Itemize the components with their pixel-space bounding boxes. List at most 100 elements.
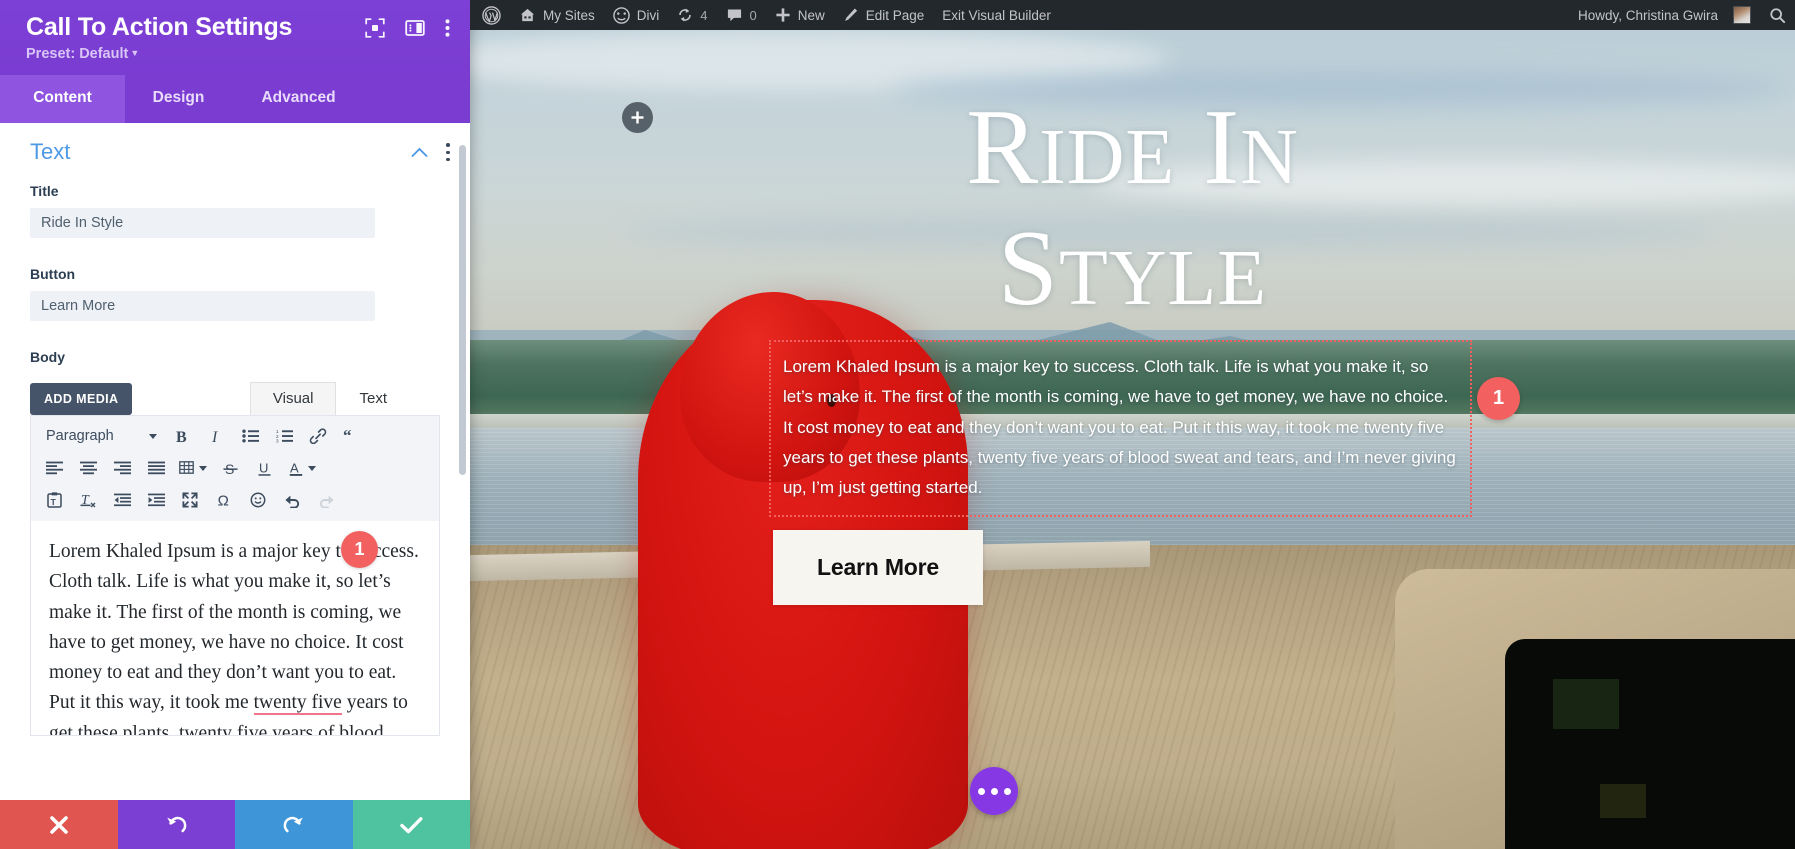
toolbar-row-3: T T [37, 484, 433, 516]
field-title: Title [0, 177, 470, 238]
spellcheck-word: twenty five [254, 692, 342, 715]
cancel-button[interactable] [0, 800, 118, 849]
table-button[interactable] [173, 454, 213, 482]
admin-bar-item-updates[interactable]: 4 [668, 0, 716, 30]
admin-bar-item-my-sites[interactable]: My Sites [510, 0, 604, 30]
bold-button[interactable]: B [165, 422, 199, 450]
link-button[interactable] [301, 422, 335, 450]
add-module-button[interactable] [622, 102, 653, 133]
tab-advanced[interactable]: Advanced [232, 75, 365, 123]
expand-icon[interactable] [365, 18, 385, 38]
bulleted-list-button[interactable] [233, 422, 267, 450]
admin-bar-label: Edit Page [866, 8, 925, 23]
underline-button[interactable]: U [247, 454, 281, 482]
admin-bar-label: My Sites [543, 8, 595, 23]
page-settings-fab[interactable] [970, 767, 1018, 815]
align-center-icon [80, 461, 97, 475]
underline-icon: U [257, 460, 272, 477]
admin-bar-item-comments[interactable]: 0 [717, 0, 766, 30]
wordpress-admin-bar[interactable]: My Sites Divi 4 0 [470, 0, 1795, 30]
admin-bar-search-button[interactable] [1760, 0, 1795, 30]
undo-button[interactable] [275, 486, 309, 514]
text-color-icon: A [289, 460, 303, 477]
ellipsis-icon [1004, 788, 1011, 795]
annotation-badge-1[interactable]: 1 [341, 531, 378, 568]
tab-content[interactable]: Content [0, 75, 125, 123]
section-menu-button[interactable] [446, 143, 450, 161]
italic-button[interactable]: I [199, 422, 233, 450]
clear-formatting-button[interactable]: T [71, 486, 105, 514]
ellipsis-icon [978, 788, 985, 795]
editor-mode-tabs[interactable]: Visual Text [250, 382, 410, 415]
strikethrough-button[interactable]: S [213, 454, 247, 482]
outdent-button[interactable] [105, 486, 139, 514]
align-justify-button[interactable] [139, 454, 173, 482]
blockquote-icon: “ [343, 429, 361, 443]
save-button[interactable] [353, 800, 471, 849]
body-editor-textarea[interactable]: Lorem Khaled Ipsum is a major key to suc… [30, 521, 440, 736]
admin-bar-item-exit-visual-builder[interactable]: Exit Visual Builder [933, 0, 1060, 30]
cta-body-text[interactable]: Lorem Khaled Ipsum is a major key to suc… [769, 340, 1472, 517]
button-input[interactable] [30, 291, 375, 321]
chevron-up-icon[interactable] [411, 147, 428, 158]
align-right-button[interactable] [105, 454, 139, 482]
admin-bar-account-menu[interactable]: Howdy, Christina Gwira [1569, 0, 1760, 30]
table-icon [179, 461, 195, 475]
visual-builder-canvas[interactable]: RIDE IN STYLE Lorem Khaled Ipsum is a ma… [470, 0, 1795, 849]
paste-as-text-button[interactable]: T [37, 486, 71, 514]
photo-console-screen [1505, 639, 1795, 849]
close-x-icon [48, 814, 70, 836]
field-body: Body ADD MEDIA Visual Text Paragr [0, 321, 470, 736]
svg-text:U: U [259, 460, 268, 475]
editor-toolbar[interactable]: Paragraph B I [30, 415, 440, 521]
title-input[interactable] [30, 208, 375, 238]
ellipsis-icon [991, 788, 998, 795]
annotation-badge-1[interactable]: 1 [1477, 377, 1520, 420]
undo-button[interactable] [118, 800, 236, 849]
text-color-button[interactable]: A [281, 454, 323, 482]
admin-bar-item-edit-page[interactable]: Edit Page [834, 0, 934, 30]
indent-button[interactable] [139, 486, 173, 514]
blockquote-button[interactable]: “ [335, 422, 369, 450]
emoji-button[interactable] [241, 486, 275, 514]
fullscreen-button[interactable] [173, 486, 207, 514]
wysiwyg-editor[interactable]: ADD MEDIA Visual Text Paragraph [30, 379, 440, 736]
admin-bar-item-divi[interactable]: Divi [604, 0, 669, 30]
cta-heading[interactable]: RIDE IN STYLE [470, 88, 1795, 330]
svg-text:“: “ [343, 429, 352, 443]
plus-icon [630, 110, 645, 125]
cta-learn-more-button[interactable]: Learn More [773, 530, 983, 605]
settings-panel-header: Call To Action Settings [0, 0, 470, 75]
admin-bar-item-new[interactable]: New [766, 0, 834, 30]
chevron-down-icon [308, 466, 316, 471]
tab-design[interactable]: Design [125, 75, 232, 123]
layout-columns-icon[interactable] [405, 18, 425, 38]
settings-tabs[interactable]: Content Design Advanced [0, 75, 470, 123]
module-settings-panel[interactable]: Call To Action Settings [0, 0, 470, 849]
numbered-list-button[interactable]: 1 2 3 [267, 422, 301, 450]
divi-gauge-icon [613, 7, 630, 24]
italic-icon: I [210, 428, 223, 445]
redo-arrow-icon [282, 813, 305, 836]
format-select[interactable]: Paragraph [37, 422, 165, 450]
toolbar-row-2: S U [37, 452, 433, 484]
align-left-button[interactable] [37, 454, 71, 482]
kebab-menu-icon[interactable] [445, 18, 450, 38]
redo-button[interactable] [235, 800, 353, 849]
panel-scrollbar-track[interactable] [459, 135, 466, 788]
check-icon [399, 814, 424, 836]
tab-visual[interactable]: Visual [250, 382, 337, 415]
panel-scrollbar-thumb[interactable] [459, 145, 466, 475]
section-title: Text [30, 139, 411, 165]
svg-text:B: B [176, 429, 187, 445]
align-center-button[interactable] [71, 454, 105, 482]
settings-panel-footer[interactable] [0, 800, 470, 849]
tab-text[interactable]: Text [336, 382, 410, 415]
section-text-header[interactable]: Text [0, 123, 470, 177]
wordpress-logo-button[interactable] [470, 0, 510, 30]
bulleted-list-icon [242, 429, 259, 443]
preset-selector[interactable]: Preset: Default▼ [26, 46, 139, 62]
special-character-button[interactable]: Ω [207, 486, 241, 514]
add-media-button[interactable]: ADD MEDIA [30, 383, 132, 415]
redo-button[interactable] [309, 486, 343, 514]
